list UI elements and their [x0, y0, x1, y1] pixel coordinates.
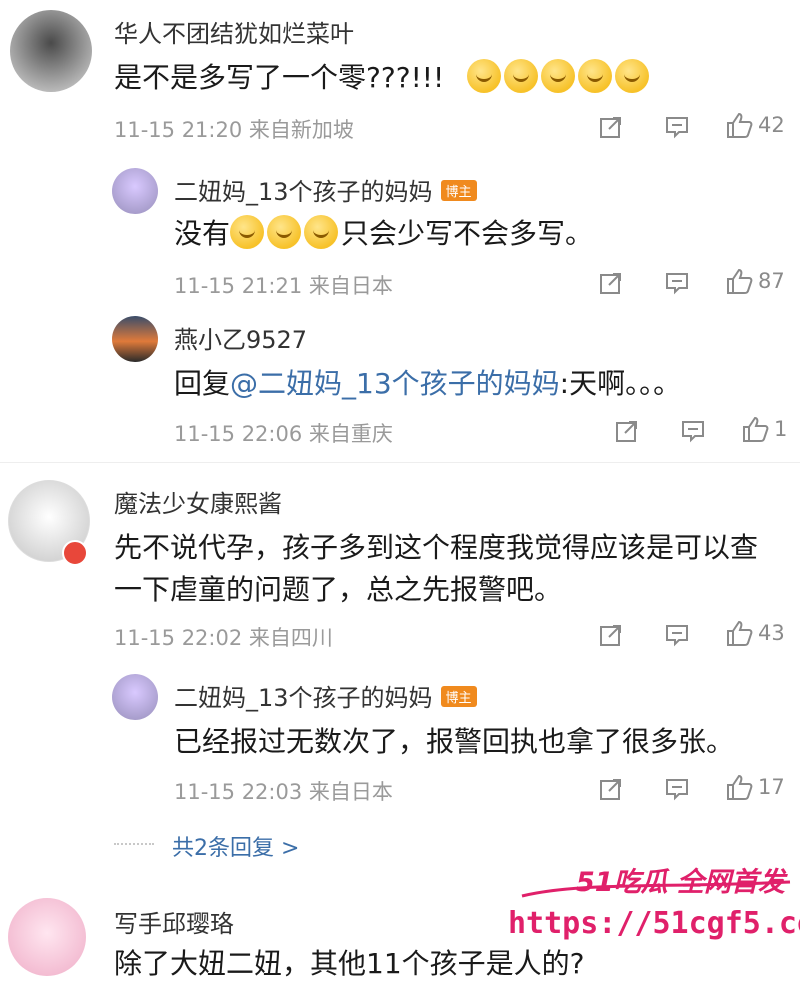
comment-button[interactable]: [664, 270, 690, 296]
share-button[interactable]: [614, 418, 640, 444]
comment-button[interactable]: [664, 114, 690, 140]
comment-meta: 11-15 22:06 来自重庆: [174, 422, 393, 446]
thumbs-up-icon: [727, 268, 753, 294]
cry-laugh-emoji-icon: [467, 59, 502, 93]
comment-text-body: 只会少写不会多写。: [341, 217, 594, 250]
comment-username[interactable]: 魔法少女康熙酱: [114, 484, 282, 519]
like-button[interactable]: 1: [740, 414, 787, 444]
comment-text-line: 一下虐童的问题了，总之先报警吧。: [114, 573, 563, 606]
reply-prefix: 回复: [174, 367, 231, 400]
like-count: 17: [758, 775, 785, 799]
avatar[interactable]: [10, 10, 92, 92]
like-count: 1: [774, 417, 788, 441]
share-icon: [600, 625, 621, 646]
share-icon: [600, 779, 621, 800]
like-count: 43: [758, 621, 785, 645]
share-icon: [600, 117, 621, 138]
thumbs-up-icon: [727, 112, 753, 138]
thumbs-up-icon: [727, 774, 753, 800]
comment-divider: [0, 462, 800, 463]
share-icon: [600, 273, 621, 294]
watermark-url: https://51cgf5.com: [508, 906, 800, 941]
like-button[interactable]: 43: [724, 618, 785, 648]
watermark-brand: 51吃瓜 全网首发: [520, 852, 792, 904]
comment-icon: [666, 779, 688, 801]
like-count: 42: [758, 113, 785, 137]
comment-meta: 11-15 21:21 来自日本: [174, 274, 393, 298]
share-button[interactable]: [598, 114, 624, 140]
laugh-emoji-icon: [615, 59, 650, 93]
author-badge: 博主: [440, 180, 477, 201]
thumbs-up-icon: [743, 416, 769, 442]
avatar[interactable]: [112, 168, 158, 214]
like-button[interactable]: 87: [724, 266, 785, 296]
comment-text: 没有 只会少写不会多写。: [174, 212, 593, 252]
smile-emoji-icon: [304, 215, 339, 249]
comment-text-prefix: 没有: [174, 217, 231, 250]
comment-username[interactable]: 华人不团结犹如烂菜叶: [114, 14, 354, 49]
verified-badge-icon: [62, 540, 88, 566]
thumbs-up-icon: [727, 620, 753, 646]
comment-username[interactable]: 燕小乙9527: [174, 320, 307, 355]
smile-emoji-icon: [267, 215, 302, 249]
comment-username-text: 二妞妈_13个孩子的妈妈: [174, 684, 433, 712]
share-button[interactable]: [598, 270, 624, 296]
comment-username[interactable]: 写手邱璎珞: [114, 904, 234, 939]
author-badge: 博主: [440, 686, 477, 707]
more-replies-link[interactable]: 共2条回复 >: [172, 830, 299, 862]
comment-icon: [666, 117, 688, 139]
comment-icon: [666, 625, 688, 647]
comment-text-body: :天啊。。。: [559, 367, 682, 400]
like-count: 87: [758, 269, 785, 293]
avatar[interactable]: [8, 898, 86, 976]
laugh-emoji-icon: [578, 59, 613, 93]
cry-laugh-emoji-icon: [541, 59, 576, 93]
avatar[interactable]: [112, 316, 158, 362]
share-button[interactable]: [598, 622, 624, 648]
share-button[interactable]: [598, 776, 624, 802]
comment-text: 已经报过无数次了，报警回执也拿了很多张。: [174, 725, 735, 758]
cry-laugh-emoji-icon: [504, 59, 539, 93]
comment-username[interactable]: 二妞妈_13个孩子的妈妈 博主: [174, 172, 477, 207]
comment-button[interactable]: [680, 418, 706, 444]
avatar[interactable]: [112, 674, 158, 720]
like-button[interactable]: 42: [724, 110, 785, 140]
share-icon: [616, 421, 637, 442]
comment-meta: 11-15 21:20 来自新加坡: [114, 118, 354, 142]
comment-meta: 11-15 22:03 来自日本: [174, 780, 393, 804]
comment-icon: [666, 273, 688, 295]
comment-button[interactable]: [664, 622, 690, 648]
more-replies-dots: [114, 843, 154, 845]
like-button[interactable]: 17: [724, 772, 785, 802]
comment-text-line: 先不说代孕，孩子多到这个程度我觉得应该是可以查: [114, 531, 759, 564]
watermark-brand-text: 51吃瓜 全网首发: [576, 867, 785, 898]
comment-username[interactable]: 二妞妈_13个孩子的妈妈 博主: [174, 678, 477, 713]
mention-link[interactable]: @二妞妈_13个孩子的妈妈: [230, 367, 560, 400]
smile-emoji-icon: [230, 215, 265, 249]
comment-meta: 11-15 22:02 来自四川: [114, 626, 333, 650]
comment-text: 是不是多写了一个零???!!!: [114, 56, 652, 96]
comment-text: 除了大妞二妞，其他11个孩子是人的?: [114, 947, 585, 980]
comment-icon: [682, 421, 704, 443]
comment-text-body: 是不是多写了一个零???!!!: [114, 61, 445, 94]
comment-username-text: 二妞妈_13个孩子的妈妈: [174, 178, 433, 206]
comment-button[interactable]: [664, 776, 690, 802]
emoji-group: [467, 59, 652, 94]
comment-text: 回复@二妞妈_13个孩子的妈妈:天啊。。。: [174, 362, 681, 402]
